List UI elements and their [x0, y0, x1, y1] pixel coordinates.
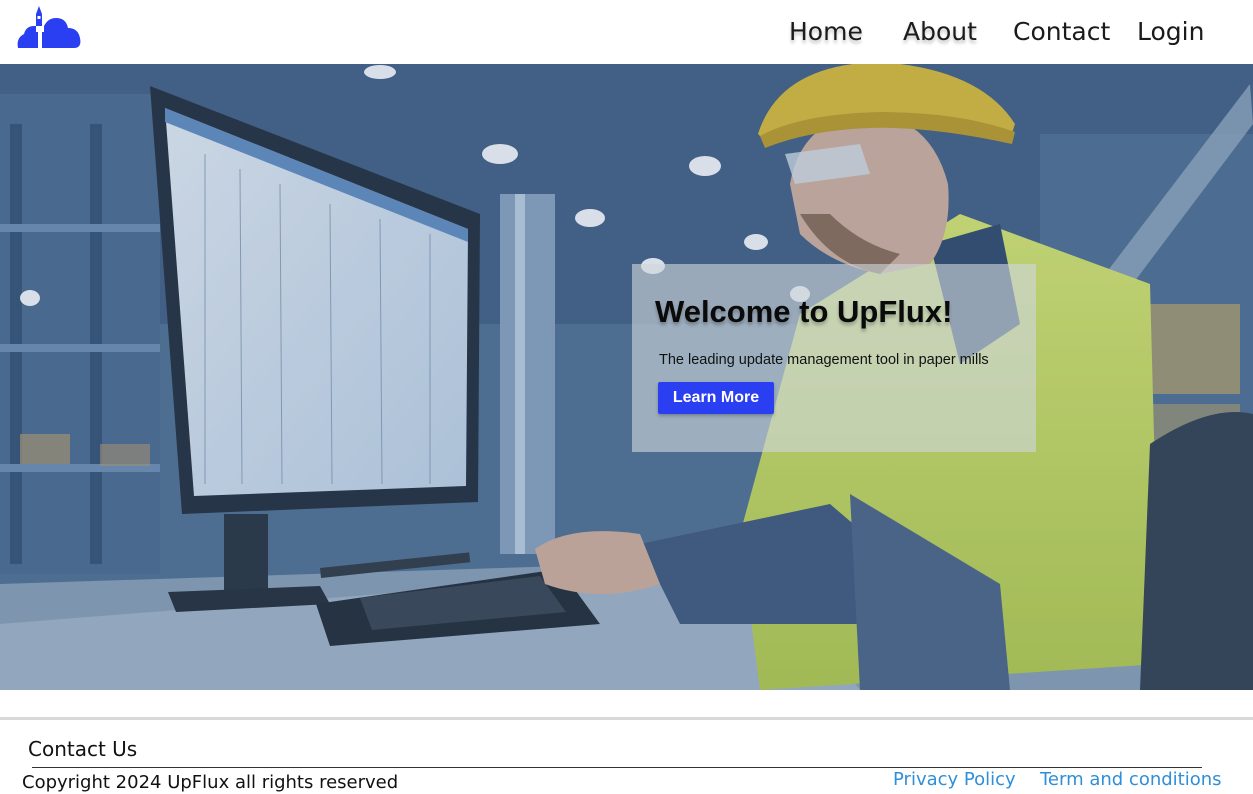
terms-link[interactable]: Term and conditions — [1040, 769, 1222, 790]
footer-contact-title: Contact Us — [28, 737, 138, 761]
main-nav: Home About Contact Login — [0, 0, 1253, 64]
nav-about-link[interactable]: About — [903, 17, 977, 46]
hero-section: Welcome to UpFlux! The leading update ma… — [0, 64, 1253, 690]
footer-divider — [32, 767, 1202, 768]
site-header: Home About Contact Login — [0, 0, 1253, 64]
nav-home-link[interactable]: Home — [789, 17, 863, 46]
learn-more-button[interactable]: Learn More — [658, 382, 774, 414]
privacy-policy-link[interactable]: Privacy Policy — [893, 769, 1016, 790]
copyright-text: Copyright 2024 UpFlux all rights reserve… — [22, 772, 399, 793]
hero-subtitle: The leading update management tool in pa… — [659, 352, 989, 368]
nav-contact-link[interactable]: Contact — [1013, 17, 1110, 46]
welcome-panel: Welcome to UpFlux! The leading update ma… — [632, 264, 1036, 452]
nav-login-link[interactable]: Login — [1137, 17, 1204, 46]
hero-title: Welcome to UpFlux! — [655, 294, 953, 329]
hero-background-image — [0, 64, 1253, 690]
site-footer: Contact Us Copyright 2024 UpFlux all rig… — [0, 717, 1253, 794]
